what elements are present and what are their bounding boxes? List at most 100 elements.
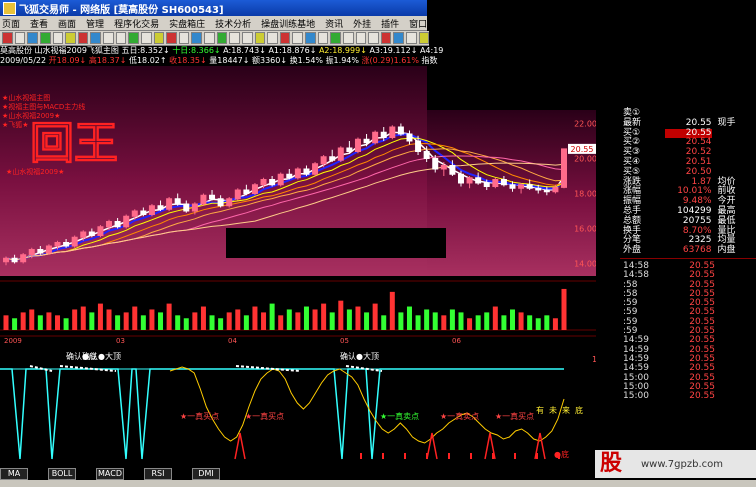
toolbar-button[interactable] (216, 32, 228, 44)
toolbar-button[interactable] (305, 32, 316, 44)
toolbar-button[interactable] (128, 32, 139, 44)
title-bar: 飞狐交易师 - 网络版 [莫高股份 SH600543] (0, 0, 427, 16)
candle-body (346, 147, 353, 152)
volume-bar (415, 315, 421, 330)
candle-body (3, 257, 9, 263)
toolbar-button[interactable] (342, 32, 354, 44)
toolbar-button[interactable] (229, 32, 240, 44)
toolbar-button[interactable] (191, 32, 202, 44)
volume-bar (312, 309, 318, 330)
tick-row: :58 20.55 (620, 280, 756, 290)
signal-bar (536, 453, 538, 459)
candle-body (552, 186, 559, 193)
toolbar-button[interactable] (2, 32, 13, 44)
candle-body (209, 194, 216, 200)
toolbar-button[interactable] (90, 32, 101, 44)
toolbar-button[interactable] (153, 32, 165, 44)
toolbar-button[interactable] (39, 32, 51, 44)
menu-item[interactable]: 外挂 (348, 17, 376, 30)
tick-price: 20.55 (689, 391, 715, 402)
toolbar-button[interactable] (77, 32, 89, 44)
menu-item[interactable]: 查看 (25, 17, 53, 30)
indicator-tab[interactable]: BOLL (48, 468, 76, 480)
toolbar-button[interactable] (140, 32, 152, 44)
overlay-big-text: 回王 (30, 118, 118, 169)
indicator-signal-label: 底 (575, 405, 583, 415)
volume-bar (269, 303, 275, 330)
candle-body (217, 198, 224, 207)
toolbar-button[interactable] (103, 32, 114, 44)
toolbar-button[interactable] (292, 32, 303, 44)
candle-body (535, 187, 542, 191)
toolbar-button[interactable] (14, 32, 26, 44)
volume-bar (492, 306, 498, 330)
quote-extra (712, 138, 756, 148)
black-overlay-box (226, 228, 446, 258)
toolbar-button[interactable] (317, 32, 329, 44)
volume-bar (115, 315, 121, 330)
volume-bar (55, 315, 61, 330)
toolbar-button[interactable] (368, 32, 379, 44)
indicator-signal-label: ●底 (554, 449, 569, 459)
candle-body (449, 165, 456, 175)
toolbar-button[interactable] (330, 32, 341, 44)
indicator-tab[interactable]: MA (0, 468, 28, 480)
candle-body (226, 198, 233, 207)
toolbar-button[interactable] (406, 32, 417, 44)
candle-body (415, 140, 422, 152)
high-value: 高18.37↓ (88, 56, 127, 65)
indicator-tab[interactable]: RSI (144, 468, 172, 480)
volume-bar (89, 312, 95, 330)
indicator-tab[interactable]: DMI (192, 468, 220, 480)
menu-item[interactable]: 程序化交易 (109, 17, 164, 30)
date-axis-label: 03 (116, 337, 125, 344)
toolbar-button[interactable] (204, 32, 215, 44)
rise-value: 涨(0.29)1.61% (361, 56, 419, 65)
volume-bar (97, 303, 103, 330)
ma10-value: 十日:8.366↓ (172, 46, 221, 55)
toolbar-button[interactable] (166, 32, 177, 44)
main-price-chart[interactable]: 22.00 20.00 18.00 16.00 14.00 20.55 ★山水视福主图★视福… (0, 66, 596, 344)
menu-item[interactable]: 资讯 (320, 17, 348, 30)
volume-value: 量18447↓ (209, 56, 250, 65)
menu-item[interactable]: 管理 (81, 17, 109, 30)
toolbar-button[interactable] (65, 32, 76, 44)
toolbar-button[interactable] (241, 32, 253, 44)
toolbar-button[interactable] (178, 32, 190, 44)
menu-item[interactable]: 技术分析 (210, 17, 256, 30)
menu-item[interactable]: 窗口 (404, 17, 432, 30)
toolbar-button[interactable] (279, 32, 291, 44)
amplitude-value: 振1.94% (325, 56, 359, 65)
menu-item[interactable]: 画面 (53, 17, 81, 30)
menu-item[interactable]: 实盘箱庄 (164, 17, 210, 30)
volume-bar (509, 309, 515, 330)
volume-bar (527, 315, 533, 330)
toolbar-button[interactable] (254, 32, 266, 44)
quote-extra (712, 158, 756, 168)
toolbar-button[interactable] (115, 32, 127, 44)
candle-body (277, 173, 284, 186)
candle-body (294, 168, 301, 179)
menu-item[interactable]: 操盘训练基地 (256, 17, 320, 30)
toolbar-button[interactable] (27, 32, 38, 44)
indicator-signal-label: ★一真买点 (245, 411, 284, 421)
signal-bar (492, 453, 494, 459)
price-axis-label: 18.00 (574, 190, 596, 199)
menu-item[interactable]: 页面 (0, 17, 25, 30)
indicator-tab[interactable]: MACD (96, 468, 124, 480)
volume-bar (381, 315, 387, 330)
volume-bar (441, 315, 447, 330)
candle-body (88, 231, 95, 236)
volume-bar (329, 312, 335, 330)
index-link[interactable]: 指数 (422, 56, 438, 65)
toolbar-button[interactable] (418, 32, 430, 44)
toolbar-button[interactable] (267, 32, 278, 44)
formula-name: 山水视福2009飞狐主图 (34, 46, 119, 55)
indicator-chart[interactable]: 100.0080.0060.0040.0020.000.00确认●底确认●大顶确… (0, 345, 596, 465)
toolbar-button[interactable] (52, 32, 64, 44)
candle-body (123, 215, 130, 228)
toolbar-button[interactable] (393, 32, 404, 44)
toolbar-button[interactable] (380, 32, 392, 44)
menu-item[interactable]: 插件 (376, 17, 404, 30)
toolbar-button[interactable] (355, 32, 367, 44)
